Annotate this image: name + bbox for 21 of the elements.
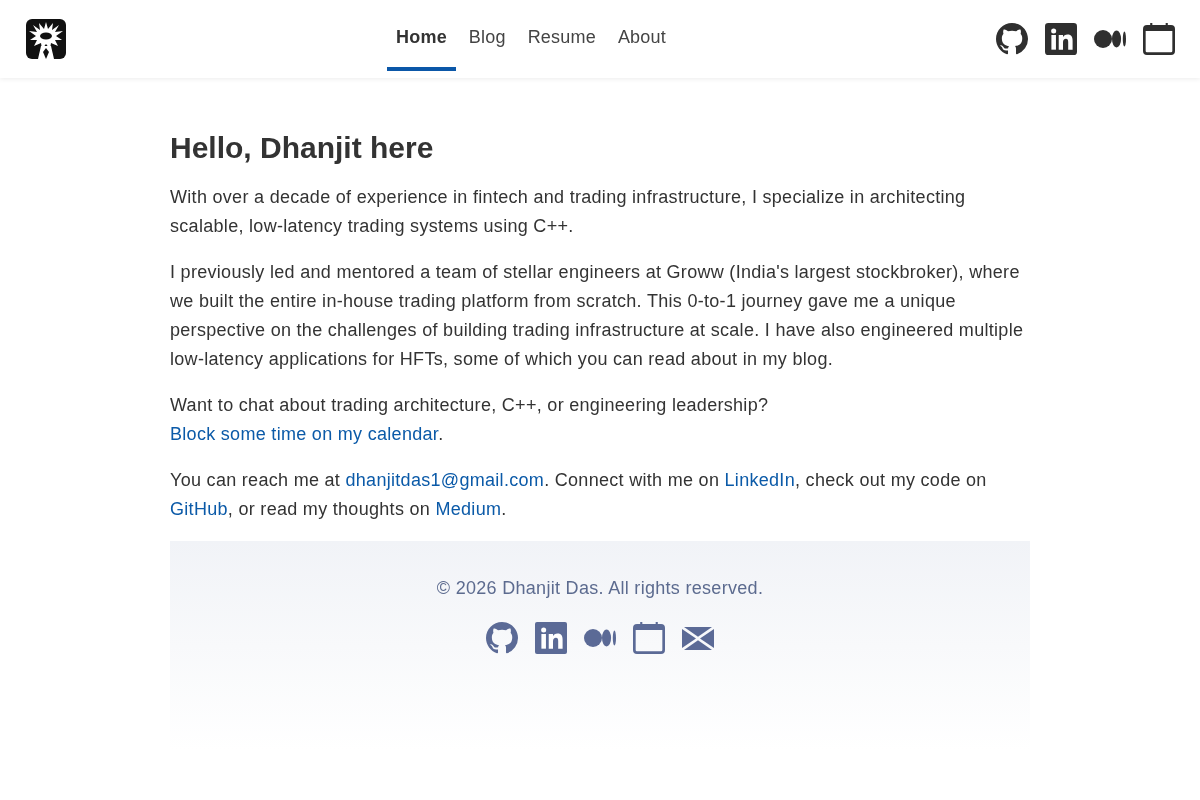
inline-link[interactable]: LinkedIn [724,470,795,490]
paragraph: You can reach me at dhanjitdas1@gmail.com. Connect with me on LinkedIn, check out my code on GitHub, or read my thoughts on Medium. [170,469,988,521]
logo-icon[interactable] [26,19,66,59]
inline-link[interactable]: Medium [435,499,502,519]
paragraph: Want to chat about trading architecture, C++, or engineering leadership? Block some time on my calendar. [170,394,770,446]
inline-link[interactable]: Block some time on my calendar [170,424,439,444]
nav-tab[interactable]: Blog [459,7,515,71]
nav-tab[interactable]: Home [387,7,456,71]
inline-link[interactable]: GitHub [170,499,228,519]
medium-icon[interactable] [1094,30,1126,48]
paragraph: I previously led and mentored a team of stellar engineers at Groww (India's largest stockbroker), where we built the entire in-house trading platform from scratch. This 0-to-1 journey gave me a unique perspective on the challenges of building trading infrastructure at scale. I have also engineered multiple low-latency applications for HFTs, some of which you can read about in my blog. [170,261,1025,371]
copyright-text: © 2026 Dhanjit Das. All rights reserved. [435,577,765,600]
calendar-icon[interactable] [1143,23,1175,55]
github-icon[interactable] [996,23,1028,55]
nav-tab[interactable]: About [608,7,675,71]
inline-link[interactable]: dhanjitdas1@gmail.com [345,470,545,490]
linkedin-icon[interactable] [1045,23,1077,55]
nav-tab[interactable]: Resume [518,7,605,71]
mail-icon[interactable] [682,626,714,650]
page-heading: Hello, Dhanjit here [170,130,435,166]
paragraph: With over a decade of experience in fintech and trading infrastructure, I specialize in architecting scalable, low-latency trading systems using C++. [170,186,967,238]
